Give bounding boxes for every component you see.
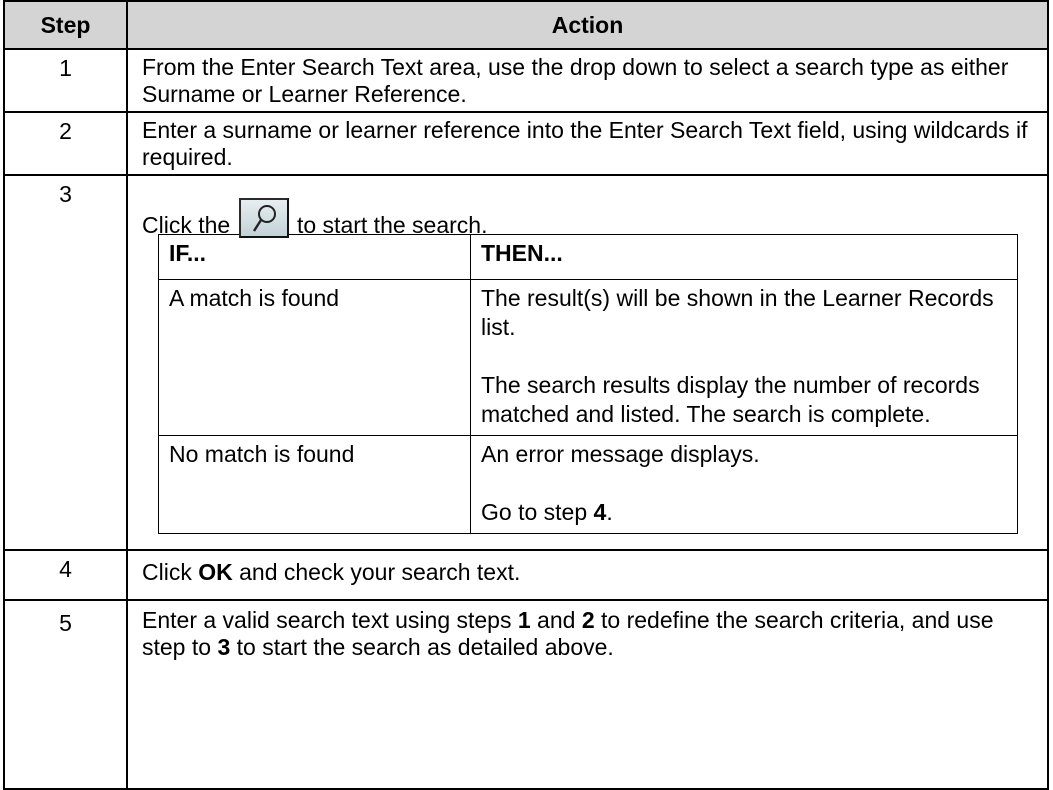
header-then: THEN... <box>470 234 1018 280</box>
result-cell: An error message displays. Go to step 4. <box>470 435 1018 534</box>
click-after-text: to start the search. <box>296 212 488 238</box>
action-text: Enter a valid search text using steps <box>142 607 518 633</box>
click-before-text: Click the <box>142 212 231 238</box>
step-action: Click OK and check your search text. <box>126 549 1049 601</box>
action-text: to start the search as detailed above. <box>230 634 614 660</box>
period-text: . <box>606 499 613 525</box>
ok-label: OK <box>198 559 233 585</box>
table-row: 3 Click the to start the search. IF... T… <box>3 174 1049 551</box>
action-text: and check your search text. <box>232 559 521 585</box>
result-cell: The result(s) will be shown in the Learn… <box>470 279 1018 436</box>
step-reference: 3 <box>217 634 231 660</box>
result-paragraph: The search results display the number of… <box>481 372 980 427</box>
step-reference: 2 <box>581 607 595 633</box>
go-to-text: Go to step <box>481 499 594 525</box>
if-then-header-row: IF... THEN... <box>158 234 1018 280</box>
table-row: 4 Click OK and check your search text. <box>3 549 1049 601</box>
condition-cell: A match is found <box>158 279 471 436</box>
table-row: 5 Enter a valid search text using steps … <box>3 599 1049 790</box>
if-then-row: A match is found The result(s) will be s… <box>158 279 1018 436</box>
header-row: Step Action <box>3 0 1049 50</box>
step-reference: 1 <box>517 607 531 633</box>
step-number: 5 <box>3 599 128 790</box>
step-action: Enter a valid search text using steps 1 … <box>126 599 1049 790</box>
header-action: Action <box>126 0 1049 50</box>
result-paragraph: The result(s) will be shown in the Learn… <box>481 285 994 340</box>
condition-cell: No match is found <box>158 435 471 534</box>
if-then-row: No match is found An error message displ… <box>158 435 1018 534</box>
action-text: and <box>530 607 582 633</box>
result-paragraph: Go to step 4. <box>481 498 1007 527</box>
table-row: 1 From the Enter Search Text area, use t… <box>3 48 1049 113</box>
action-text: Click <box>142 559 199 585</box>
step-number: 4 <box>3 549 128 601</box>
step-number: 3 <box>3 174 128 551</box>
header-if: IF... <box>158 234 471 280</box>
step-action: From the Enter Search Text area, use the… <box>126 48 1049 113</box>
step-reference: 4 <box>593 499 607 525</box>
step-number: 1 <box>3 48 128 113</box>
table-row: 2 Enter a surname or learner reference i… <box>3 111 1049 176</box>
magnifier-icon <box>252 205 276 232</box>
step-action: Enter a surname or learner reference int… <box>126 111 1049 176</box>
result-paragraph: An error message displays. <box>481 441 760 467</box>
if-then-table: IF... THEN... A match is found The resul… <box>158 234 1018 534</box>
search-button[interactable] <box>238 198 289 238</box>
header-step: Step <box>3 0 128 50</box>
step-action: Click the to start the search. IF... THE… <box>126 174 1049 551</box>
click-instruction: Click the to start the search. <box>142 198 1033 238</box>
step-number: 2 <box>3 111 128 176</box>
procedure-table: Step Action 1 From the Enter Search Text… <box>3 0 1049 790</box>
